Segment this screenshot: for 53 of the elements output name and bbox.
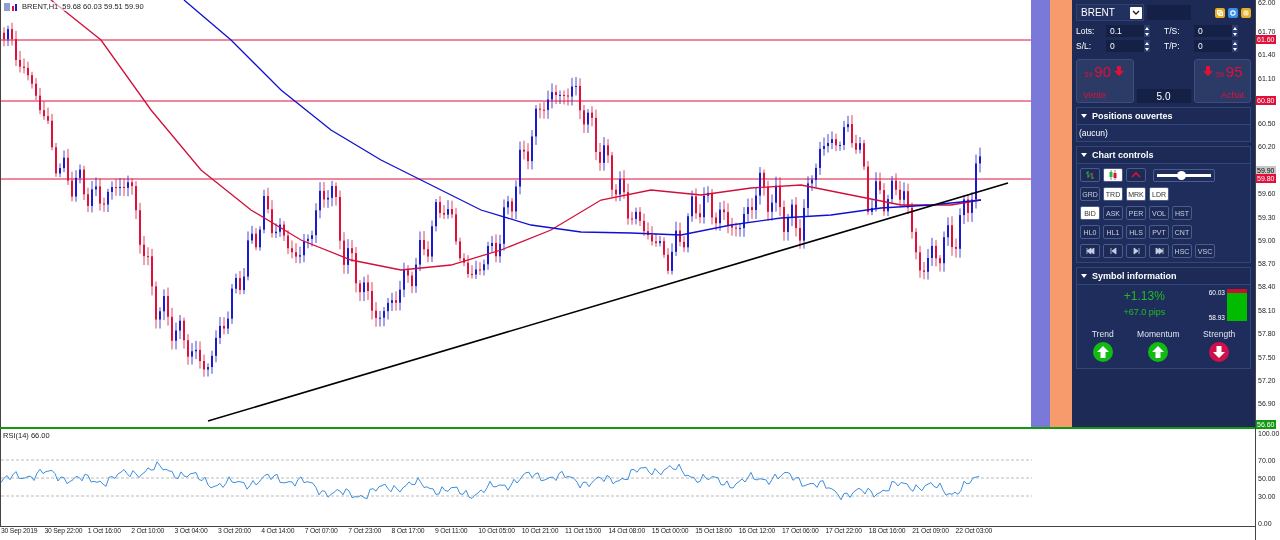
section-header[interactable]: Chart controls (1077, 147, 1250, 164)
navigation-button[interactable] (1103, 244, 1123, 258)
skip-back-icon (1085, 247, 1095, 255)
field-label: S/L: (1076, 41, 1093, 51)
number-field[interactable]: 0 (1194, 40, 1238, 52)
number-field[interactable]: 0.1 (1106, 25, 1150, 37)
change-pips: +67.0 pips (1123, 307, 1166, 317)
spin-up-icon[interactable] (1233, 26, 1237, 30)
number-field[interactable]: 0 (1106, 40, 1150, 52)
candlestick-icon (1108, 170, 1118, 180)
spin-up-icon[interactable] (1145, 26, 1149, 30)
spin-up-icon[interactable] (1233, 41, 1237, 45)
number-field[interactable]: 0 (1194, 25, 1238, 37)
section-header[interactable]: Symbol information (1077, 268, 1250, 285)
chart-icon (4, 2, 18, 11)
copy-icon[interactable] (1215, 7, 1225, 18)
navigation-button[interactable] (1080, 244, 1100, 258)
symbol-dropdown[interactable]: BRENT (1076, 4, 1144, 21)
bars-icon (1085, 170, 1095, 180)
indicator-label: Trend (1091, 329, 1114, 339)
slider-thumb[interactable] (1177, 170, 1186, 180)
navigation-button[interactable] (1126, 244, 1146, 258)
spin-down-icon[interactable] (1233, 47, 1237, 51)
section-header[interactable]: Positions ouvertes (1077, 108, 1250, 125)
navigation-button[interactable] (1149, 244, 1169, 258)
down-arrow-icon (1202, 65, 1214, 77)
grid-icon[interactable] (1241, 7, 1251, 18)
spin-up-icon[interactable] (1145, 41, 1149, 45)
field-label: T/S: (1164, 26, 1181, 36)
zoom-slider[interactable] (1153, 168, 1215, 182)
skip-forward-icon (1154, 247, 1164, 255)
down-arrow-icon (1113, 65, 1125, 77)
field-label: Lots: (1076, 26, 1096, 36)
settings-icon[interactable] (1228, 7, 1238, 18)
chevron-down-icon (1132, 9, 1140, 16)
spin-down-icon[interactable] (1145, 47, 1149, 51)
chart-type-button[interactable] (1126, 168, 1146, 182)
chevron-icon (1131, 171, 1141, 179)
caret-icon (1081, 113, 1087, 119)
field-label: T/P: (1164, 41, 1181, 51)
caret-icon (1081, 273, 1087, 279)
caret-icon (1081, 152, 1087, 158)
change-percent: +1.13% (1123, 289, 1165, 303)
spread-value: 5.0 (1136, 89, 1191, 103)
spin-down-icon[interactable] (1145, 32, 1149, 36)
spin-down-icon[interactable] (1233, 32, 1237, 36)
indicator-label: Momentum (1137, 329, 1180, 339)
chart-type-button[interactable] (1103, 168, 1123, 182)
step-forward-icon (1131, 247, 1141, 255)
indicator-label: Strength (1203, 329, 1236, 339)
positions-text: (aucun) (1078, 127, 1109, 140)
trend-line[interactable] (207, 182, 1009, 422)
step-back-icon (1108, 247, 1118, 255)
